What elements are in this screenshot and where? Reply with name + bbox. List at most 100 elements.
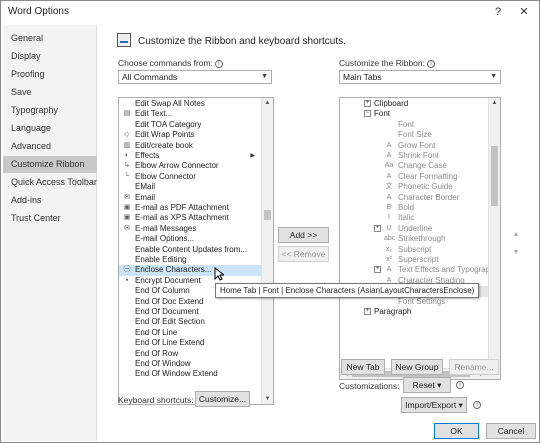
command-list-item[interactable]: └ Elbow Connector xyxy=(119,172,261,182)
ribbon-tree-item[interactable]: Aa Change Case xyxy=(340,161,488,171)
expand-icon[interactable]: + xyxy=(374,266,381,274)
expand-icon[interactable]: + xyxy=(374,224,381,232)
ribbon-tree-item[interactable]: + A Text Effects and Typograp xyxy=(340,265,491,275)
nav-item-advanced[interactable]: Advanced xyxy=(3,138,97,155)
nav-item-language[interactable]: Language xyxy=(3,120,97,137)
command-list-item[interactable]: End Of Document xyxy=(119,307,261,317)
command-icon: 文 xyxy=(385,183,393,191)
scroll-up-icon[interactable]: ▲ xyxy=(489,98,500,108)
command-list-item[interactable]: End Of Line xyxy=(119,328,261,338)
command-label: Email xyxy=(135,192,156,202)
close-button[interactable]: ✕ xyxy=(513,3,535,21)
ribbon-tree-item[interactable]: Font Size xyxy=(340,130,488,140)
command-icon: x₂ xyxy=(385,245,393,253)
ribbon-tree-item[interactable]: + Paragraph xyxy=(340,307,488,317)
nav-item-quick-access-toolbar[interactable]: Quick Access Toolbar xyxy=(3,174,97,191)
remove-button[interactable]: << Remove xyxy=(278,246,329,262)
add-button[interactable]: Add >> xyxy=(278,227,329,243)
command-list-item[interactable]: ▣ E-mail as XPS Attachment xyxy=(119,213,261,223)
customize-ribbon-dropdown[interactable]: Main Tabs ▼ xyxy=(339,70,501,84)
ribbon-tree-item[interactable]: abc Strikethrough xyxy=(340,234,488,244)
customize-keyboard-button[interactable]: Customize... xyxy=(195,391,250,407)
import-export-button[interactable]: Import/Export ▾ xyxy=(401,397,467,413)
ribbon-tree-item[interactable]: + Clipboard xyxy=(340,99,488,109)
customize-ribbon-icon xyxy=(117,33,131,47)
command-label: Elbow Arrow Connector xyxy=(135,161,219,171)
ribbon-tree-item[interactable]: I Italic xyxy=(340,213,488,223)
scroll-down-icon[interactable]: ▼ xyxy=(262,394,273,404)
command-list-item[interactable]: ㊀ Enclose Characters... xyxy=(119,265,261,276)
command-list-item[interactable]: ✉ Email xyxy=(119,193,261,203)
command-list-item[interactable]: Enable Editing xyxy=(119,255,261,265)
command-list-item[interactable]: ◐ Effects ▶ xyxy=(119,151,261,161)
commands-scrollbar[interactable]: ▲ ▼ xyxy=(261,98,273,404)
ok-button[interactable]: OK xyxy=(434,423,479,439)
nav-item-display[interactable]: Display xyxy=(3,48,97,65)
reset-button[interactable]: Reset ▾ xyxy=(403,377,451,393)
command-list-item[interactable]: End Of Window Extend xyxy=(119,369,261,379)
nav-item-customize-ribbon[interactable]: Customize Ribbon xyxy=(3,156,97,173)
command-list-item[interactable]: End Of Edit Section xyxy=(119,317,261,327)
collapse-icon[interactable]: − xyxy=(364,110,371,118)
tree-item-label: Clear Formatting xyxy=(398,171,458,181)
command-list-item[interactable]: End Of Window xyxy=(119,359,261,369)
nav-item-proofing[interactable]: Proofing xyxy=(3,66,97,83)
move-down-icon[interactable]: ▼ xyxy=(510,249,522,267)
command-icon: B xyxy=(386,204,392,211)
expand-icon[interactable]: + xyxy=(364,308,371,315)
nav-item-add-ins[interactable]: Add-ins xyxy=(3,192,97,209)
command-list-item[interactable]: ▣ E-mail as PDF Attachment xyxy=(119,203,261,213)
ribbon-tree-item[interactable]: A Shrink Font xyxy=(340,151,488,161)
command-label: Edit Wrap Points xyxy=(135,130,195,140)
ribbon-tree-item[interactable]: A Clear Formatting xyxy=(340,172,488,182)
ribbon-tree[interactable]: +ParagraphFont Settings字Enclose Characte… xyxy=(339,97,501,380)
command-list-item[interactable]: ✉ E-mail Messages xyxy=(119,224,261,234)
ribbon-tree-item[interactable]: x² Superscript xyxy=(340,255,488,265)
ribbon-tree-item[interactable]: Font xyxy=(340,120,488,130)
command-icon: U xyxy=(386,224,392,232)
tree-item-label: Grow Font xyxy=(398,140,436,150)
tree-vscrollbar[interactable]: ▲ ▼ xyxy=(488,98,500,370)
ribbon-tree-item[interactable]: A Grow Font xyxy=(340,141,488,151)
expand-icon[interactable]: + xyxy=(364,100,371,107)
scroll-thumb[interactable] xyxy=(264,210,271,220)
new-tab-button[interactable]: New Tab xyxy=(341,359,385,375)
chevron-down-icon: ▼ xyxy=(261,73,268,80)
ribbon-tree-item[interactable]: A Character Border xyxy=(340,193,488,203)
commands-list[interactable]: End Of Window Extend End Of Window End Of … xyxy=(118,97,274,405)
command-label: Edit TOA Category xyxy=(135,119,202,129)
command-list-item[interactable]: Edit Swap All Notes xyxy=(119,99,261,109)
tree-item-label: Text Effects and Typograp xyxy=(398,265,491,275)
command-list-item[interactable]: ▥ Edit/create book xyxy=(119,141,261,151)
nav-item-trust-center[interactable]: Trust Center xyxy=(3,210,97,227)
nav-item-typography[interactable]: Typography xyxy=(3,102,97,119)
command-list-item[interactable]: ▤ Edit Text... xyxy=(119,109,261,119)
move-up-icon[interactable]: ▲ xyxy=(510,231,522,249)
scroll-thumb[interactable] xyxy=(491,146,498,206)
command-list-item[interactable]: End Of Line Extend xyxy=(119,338,261,348)
command-list-item[interactable]: Enable Content Updates from... xyxy=(119,245,261,255)
command-list-item[interactable]: Edit TOA Category xyxy=(119,120,261,130)
new-group-button[interactable]: New Group xyxy=(391,359,443,375)
ribbon-tree-item[interactable]: − Font xyxy=(340,109,488,119)
cancel-button[interactable]: Cancel xyxy=(486,423,536,439)
ribbon-tree-item[interactable]: 文 Phonetic Guide xyxy=(340,182,488,192)
scroll-up-icon[interactable]: ▲ xyxy=(262,98,273,108)
ribbon-tree-item[interactable]: + U Underline xyxy=(340,224,488,234)
command-list-item[interactable]: EMail xyxy=(119,182,261,192)
command-label: End Of Doc Extend xyxy=(135,296,204,306)
nav-item-general[interactable]: General xyxy=(3,30,97,47)
command-list-item[interactable]: E-mail Options... xyxy=(119,234,261,244)
rename-button[interactable]: Rename... xyxy=(449,359,499,375)
ribbon-tree-item[interactable]: x₂ Subscript xyxy=(340,245,488,255)
command-list-item[interactable]: End Of Doc Extend xyxy=(119,297,261,307)
command-list-item[interactable]: End Of Row xyxy=(119,349,261,359)
command-list-item[interactable]: ◇ Edit Wrap Points xyxy=(119,130,261,140)
ribbon-tree-item[interactable]: Font Settings xyxy=(340,297,488,307)
ribbon-tree-item[interactable]: B Bold xyxy=(340,203,488,213)
command-list-item[interactable]: ↳ Elbow Arrow Connector xyxy=(119,161,261,171)
nav-item-save[interactable]: Save xyxy=(3,84,97,101)
choose-commands-dropdown[interactable]: All Commands ▼ xyxy=(118,70,272,84)
help-button[interactable]: ? xyxy=(487,3,509,21)
book-icon: ▥ xyxy=(123,141,131,149)
